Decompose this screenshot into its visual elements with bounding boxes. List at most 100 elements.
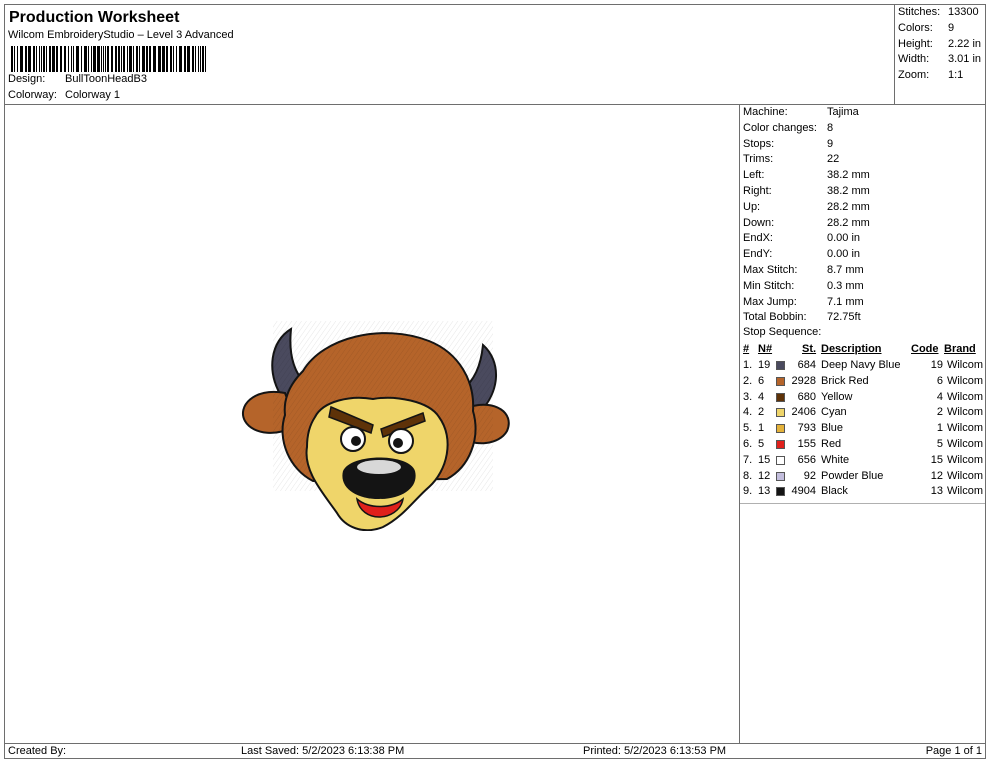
detail-label: Max Jump: bbox=[743, 295, 797, 308]
detail-value: 22 bbox=[827, 153, 840, 166]
color-swatch bbox=[776, 440, 785, 449]
worksheet-footer: Created By: Last Saved: 5/2/2023 6:13:38… bbox=[4, 743, 986, 759]
color-swatch bbox=[776, 424, 785, 434]
barcode-bar bbox=[202, 46, 204, 72]
barcode-bar bbox=[41, 46, 42, 72]
barcode-bar bbox=[198, 46, 199, 72]
detail-row: Max Stitch: 8.7 mm bbox=[743, 264, 864, 276]
summary-value: 3.01 in bbox=[948, 53, 982, 65]
divider bbox=[740, 503, 985, 504]
col-header-description: Description bbox=[821, 343, 882, 355]
detail-row: Right: 38.2 mm bbox=[743, 185, 870, 197]
barcode-bar bbox=[142, 46, 145, 72]
color-swatch bbox=[776, 392, 785, 402]
design-value: BullToonHeadB3 bbox=[65, 73, 147, 85]
needle-number: 2 bbox=[758, 406, 765, 419]
bull-mascot-embroidery bbox=[242, 321, 510, 531]
color-row: 4. 2 2406 Cyan 2 Wilcom bbox=[740, 406, 985, 422]
stitch-count: 2928 bbox=[791, 374, 816, 387]
color-row: 8. 12 92 Powder Blue 12 Wilcom bbox=[740, 470, 985, 486]
barcode-bar bbox=[60, 46, 62, 72]
barcode-bar bbox=[195, 46, 196, 72]
row-number: 8. bbox=[743, 469, 753, 482]
color-code: 13 bbox=[930, 485, 943, 498]
color-swatch bbox=[776, 471, 785, 481]
stop-sequence-title: Stop Sequence: bbox=[743, 326, 822, 338]
needle-number: 1 bbox=[758, 422, 765, 435]
barcode-bar bbox=[139, 46, 140, 72]
barcode-bar bbox=[68, 46, 69, 72]
summary-row: Zoom: 1:1 bbox=[898, 69, 963, 81]
detail-label: Machine: bbox=[743, 106, 788, 118]
color-description: Red bbox=[821, 438, 842, 450]
detail-row: Left: 38.2 mm bbox=[743, 169, 870, 181]
barcode-bar bbox=[39, 46, 40, 72]
barcode-bar bbox=[88, 46, 89, 72]
detail-row: EndX: 0.00 in bbox=[743, 232, 860, 244]
detail-label: Up: bbox=[743, 200, 761, 213]
barcode-bar bbox=[73, 46, 74, 72]
software-name: Wilcom EmbroideryStudio – Level 3 Advanc… bbox=[8, 29, 234, 41]
color-swatch bbox=[776, 455, 785, 465]
summary-label: Zoom: bbox=[898, 69, 930, 81]
col-header-n: N# bbox=[758, 343, 773, 355]
color-description: White bbox=[821, 453, 850, 466]
summary-value: 9 bbox=[948, 22, 955, 34]
barcode-bar bbox=[11, 46, 13, 72]
detail-value: 38.2 mm bbox=[827, 185, 870, 197]
needle-number: 13 bbox=[758, 485, 771, 498]
barcode-bar bbox=[84, 46, 87, 72]
needle-number: 12 bbox=[758, 469, 771, 482]
detail-value: Tajima bbox=[827, 106, 859, 118]
col-header-stitches: St. bbox=[802, 343, 817, 355]
design-label: Design: bbox=[8, 73, 46, 85]
design-row: Design: BullToonHeadB3 bbox=[8, 73, 147, 85]
barcode-bar bbox=[64, 46, 66, 72]
color-brand: Wilcom bbox=[946, 406, 983, 419]
needle-number: 5 bbox=[758, 438, 765, 450]
barcode-bar bbox=[123, 46, 125, 72]
barcode-bar bbox=[20, 46, 23, 72]
barcode-bar bbox=[28, 46, 31, 72]
color-code: 19 bbox=[930, 359, 943, 371]
barcode-bar bbox=[170, 46, 172, 72]
summary-label: Stitches: bbox=[898, 6, 941, 18]
colorway-row: Colorway: Colorway 1 bbox=[8, 89, 120, 101]
color-description: Black bbox=[821, 485, 848, 498]
detail-row: EndY: 0.00 in bbox=[743, 248, 860, 260]
summary-row: Width: 3.01 in bbox=[898, 53, 981, 65]
color-row: 6. 5 155 Red 5 Wilcom bbox=[740, 438, 985, 454]
detail-value: 8.7 mm bbox=[827, 264, 864, 276]
colorway-label: Colorway: bbox=[8, 89, 57, 101]
detail-row: Up: 28.2 mm bbox=[743, 201, 870, 213]
stitch-count: 4904 bbox=[791, 485, 816, 498]
color-swatch bbox=[776, 376, 785, 386]
stitch-count: 2406 bbox=[791, 406, 816, 419]
needle-number: 19 bbox=[758, 359, 771, 371]
detail-label: Down: bbox=[743, 216, 775, 229]
barcode-bar bbox=[153, 46, 156, 72]
color-code: 15 bbox=[930, 453, 943, 466]
detail-value: 72.75ft bbox=[827, 311, 861, 324]
barcode-bar bbox=[176, 46, 177, 72]
detail-value: 28.2 mm bbox=[827, 200, 870, 213]
colorway-value: Colorway 1 bbox=[65, 89, 121, 101]
stitch-count: 92 bbox=[803, 469, 816, 482]
needle-number: 4 bbox=[758, 390, 765, 403]
color-row: 3. 4 680 Yellow 4 Wilcom bbox=[740, 391, 985, 407]
barcode-bar bbox=[33, 46, 35, 72]
barcode-bar bbox=[127, 46, 128, 72]
barcode-bar bbox=[103, 46, 104, 72]
color-row: 2. 6 2928 Brick Red 6 Wilcom bbox=[740, 375, 985, 391]
barcode-bar bbox=[49, 46, 51, 72]
barcode-bar bbox=[36, 46, 37, 72]
detail-label: EndX: bbox=[743, 232, 773, 245]
color-swatch bbox=[776, 361, 785, 370]
page-title: Production Worksheet bbox=[9, 9, 180, 26]
barcode-bar bbox=[46, 46, 47, 72]
detail-value: 38.2 mm bbox=[827, 169, 870, 182]
barcode-bar bbox=[158, 46, 161, 72]
color-brand: Wilcom bbox=[946, 438, 983, 450]
detail-value: 7.1 mm bbox=[827, 295, 864, 308]
barcode-bar bbox=[14, 46, 15, 72]
